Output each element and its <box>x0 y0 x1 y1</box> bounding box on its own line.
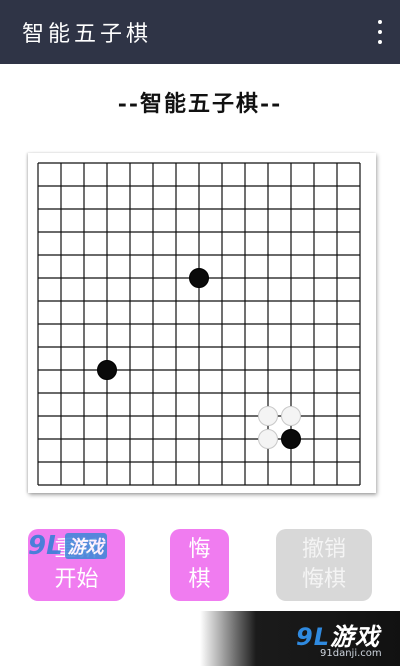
white-stone <box>258 406 278 426</box>
page-heading: --智能五子棋-- <box>117 91 283 117</box>
overflow-menu-icon[interactable] <box>374 20 386 44</box>
watermark-banner-text: 游戏 <box>330 623 380 651</box>
gomoku-board[interactable] <box>28 153 376 493</box>
menu-dot <box>378 20 382 24</box>
menu-dot <box>378 40 382 44</box>
watermark-url: 91danji.com <box>320 648 382 659</box>
white-stone <box>258 429 278 449</box>
black-stone <box>189 268 209 288</box>
app-title: 智能五子棋 <box>22 22 153 47</box>
watermark-banner-logo: 9L游戏 <box>296 617 380 652</box>
app-bar: 智能五子棋 <box>0 0 400 64</box>
white-stone <box>281 406 301 426</box>
menu-dot <box>378 30 382 34</box>
cancel-undo-button[interactable]: 撤销 悔棋 <box>276 529 372 601</box>
black-stone <box>97 360 117 380</box>
watermark-banner-number: 9L <box>296 623 330 651</box>
restart-button[interactable]: 重新 开始 <box>28 529 125 601</box>
undo-button[interactable]: 悔 棋 <box>170 529 229 601</box>
black-stone <box>281 429 301 449</box>
board-grid[interactable] <box>28 153 376 493</box>
watermark-banner: 9L游戏 91danji.com <box>200 611 400 666</box>
